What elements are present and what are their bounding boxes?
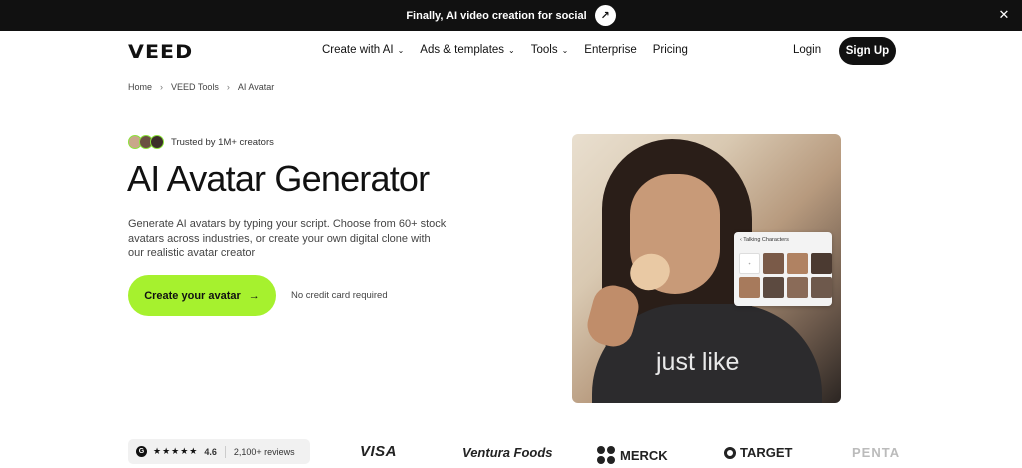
character-thumbnail	[811, 253, 832, 274]
hero-video-preview: just like ‹ Talking Characters +	[572, 134, 841, 403]
nav-create-with-ai[interactable]: Create with AI ⌄	[322, 44, 404, 56]
create-avatar-button[interactable]: Create your avatar →	[128, 275, 276, 316]
chevron-down-icon: ⌄	[561, 45, 569, 55]
talking-characters-panel: ‹ Talking Characters +	[734, 232, 832, 306]
video-caption: just like	[656, 348, 739, 377]
chevron-right-icon: ›	[226, 82, 230, 92]
cta-label: Create your avatar	[144, 289, 241, 302]
character-thumbnail	[739, 277, 760, 298]
chevron-down-icon: ⌄	[397, 45, 405, 55]
nav-item-label: Enterprise	[584, 44, 637, 56]
signup-button[interactable]: Sign Up	[839, 37, 896, 65]
site-header: VEED Create with AI ⌄ Ads & templates ⌄ …	[0, 31, 1022, 71]
ventura-foods-logo: Ventura Foods	[462, 445, 553, 460]
chevron-down-icon: ⌄	[508, 45, 515, 55]
visa-logo: VISA	[360, 443, 398, 460]
nav-enterprise[interactable]: Enterprise	[584, 44, 636, 56]
announcement-bar[interactable]: Finally, AI video creation for social ↗ …	[0, 0, 1022, 31]
character-thumbnail	[787, 253, 808, 274]
no-credit-card-text: No credit card required	[291, 290, 388, 301]
merck-mark-icon	[596, 445, 616, 465]
arrow-right-icon: →	[248, 289, 260, 302]
nav-tools[interactable]: Tools ⌄	[531, 44, 569, 56]
add-character-cell: +	[739, 253, 760, 274]
breadcrumb: Home › VEED Tools › AI Avatar	[128, 82, 274, 92]
star-rating-icon: ★★★★★	[153, 446, 199, 456]
character-thumbnail	[811, 277, 832, 298]
nav-ads-templates[interactable]: Ads & templates ⌄	[420, 44, 514, 56]
divider	[224, 445, 226, 458]
target-logo: TARGET	[724, 445, 792, 460]
reviews-count: 2,100+ reviews	[233, 446, 295, 457]
panel-title: ‹ Talking Characters	[740, 237, 789, 243]
hero-description: Generate AI avatars by typing your scrip…	[128, 218, 447, 259]
trusted-text: Trusted by 1M+ creators	[171, 136, 274, 148]
target-bullseye-icon	[724, 446, 736, 459]
video-caption-text: just like	[656, 348, 740, 376]
nav-pricing[interactable]: Pricing	[653, 44, 688, 56]
character-thumbnail	[763, 277, 784, 298]
character-thumbnail	[787, 277, 808, 298]
arrow-up-right-icon[interactable]: ↗	[594, 5, 616, 26]
character-grid: +	[739, 253, 832, 298]
page-title: AI Avatar Generator	[127, 158, 430, 199]
veed-logo[interactable]: VEED	[128, 41, 193, 63]
breadcrumb-home[interactable]: Home	[128, 82, 152, 92]
login-link[interactable]: Login	[793, 44, 821, 56]
creator-avatars	[128, 135, 164, 149]
g2-reviews-badge[interactable]: G ★★★★★ 4.6 2,100+ reviews	[128, 439, 310, 464]
breadcrumb-veed-tools[interactable]: VEED Tools	[171, 82, 219, 92]
breadcrumb-ai-avatar: AI Avatar	[237, 82, 275, 92]
rating-value: 4.6	[204, 446, 217, 457]
penta-logo: PENTA	[852, 445, 901, 460]
avatar	[150, 135, 164, 149]
nav-item-label: Pricing	[652, 44, 688, 56]
g2-icon: G	[136, 446, 147, 457]
nav-item-label: Tools	[530, 44, 558, 56]
main-nav: Create with AI ⌄ Ads & templates ⌄ Tools…	[322, 44, 704, 56]
chevron-right-icon: ›	[160, 82, 164, 92]
close-icon[interactable]: ✕	[996, 7, 1012, 23]
nav-item-label: Ads & templates	[420, 44, 505, 56]
trusted-badge: Trusted by 1M+ creators	[128, 135, 274, 149]
announcement-text[interactable]: Finally, AI video creation for social	[406, 10, 586, 22]
nav-item-label: Create with AI	[322, 44, 394, 56]
merck-logo: MERCK	[596, 445, 668, 465]
character-thumbnail	[763, 253, 784, 274]
